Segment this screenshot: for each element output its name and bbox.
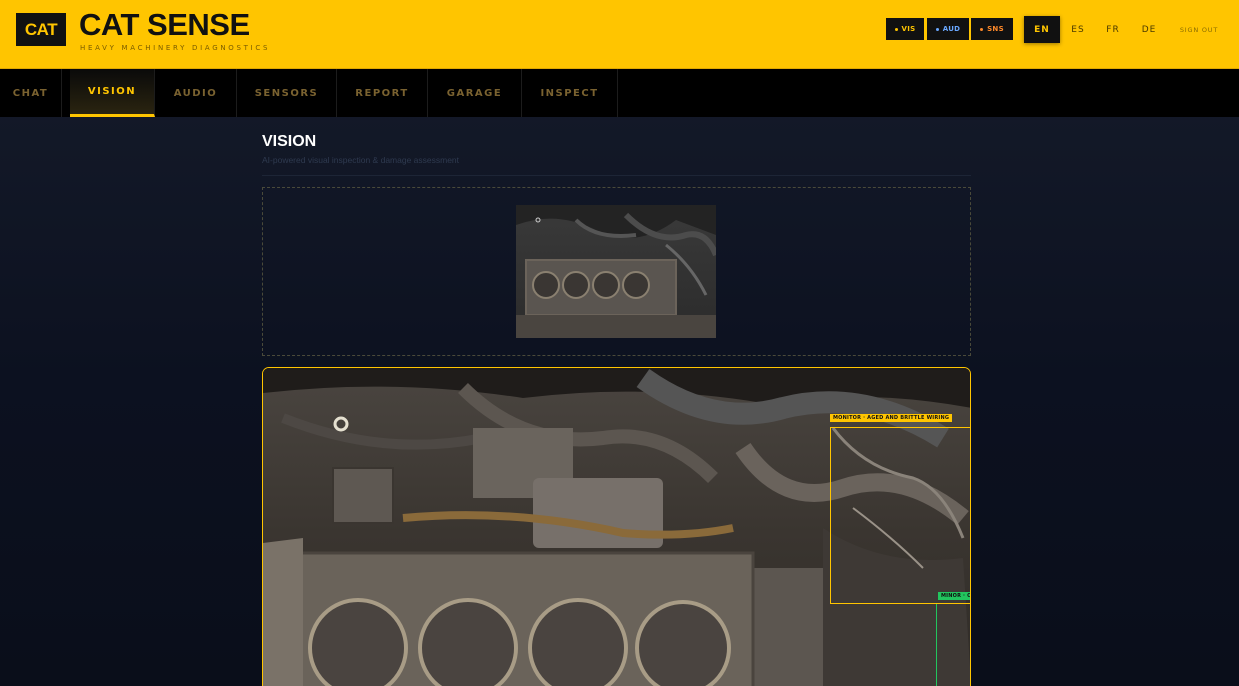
status-chip-label: VIS	[901, 25, 916, 33]
status-chip-label: AUD	[942, 25, 961, 33]
status-chip-audio: AUD	[927, 18, 969, 40]
uploaded-image-thumbnail[interactable]	[516, 205, 716, 338]
app-subtitle: HEAVY MACHINERY DIAGNOSTICS	[80, 44, 271, 52]
detection-box-minor[interactable]	[936, 604, 970, 686]
tab-report[interactable]: REPORT	[337, 69, 428, 117]
status-chip-vision: VIS	[886, 18, 924, 40]
language-button-en[interactable]: EN	[1024, 16, 1060, 43]
status-dot-icon	[894, 27, 898, 31]
language-button-fr[interactable]: FR	[1101, 16, 1125, 43]
engine-thumbnail-image	[516, 205, 716, 338]
tab-chat[interactable]: CHAT	[0, 69, 62, 117]
status-chip-label: SNS	[987, 25, 1004, 33]
main-nav: CHAT VISION AUDIO SENSORS REPORT GARAGE …	[0, 69, 1239, 117]
status-dot-icon	[980, 27, 984, 31]
title-divider	[262, 175, 971, 176]
page-title: VISION	[262, 133, 317, 150]
page-subtitle: AI-powered visual inspection & damage as…	[262, 155, 460, 165]
status-dot-icon	[935, 27, 939, 31]
sign-out-button[interactable]: SIGN OUT	[1174, 16, 1224, 43]
tab-inspect[interactable]: INSPECT	[522, 69, 618, 117]
tab-audio[interactable]: AUDIO	[155, 69, 237, 117]
status-chip-sensors: SNS	[971, 18, 1013, 40]
app-title: CAT SENSE	[79, 7, 250, 42]
tab-sensors[interactable]: SENSORS	[237, 69, 337, 117]
tab-garage[interactable]: GARAGE	[428, 69, 522, 117]
language-button-es[interactable]: ES	[1066, 16, 1090, 43]
tab-vision[interactable]: VISION	[70, 69, 155, 117]
analysis-result-image[interactable]: MONITOR · AGED AND BRITTLE WIRING MINOR …	[262, 367, 971, 686]
cat-logo: CAT	[16, 13, 66, 46]
detection-box-monitor[interactable]	[830, 427, 970, 604]
detection-label-minor: MINOR · C	[938, 592, 970, 600]
app-header: CAT CAT SENSE HEAVY MACHINERY DIAGNOSTIC…	[0, 0, 1239, 69]
detection-label-monitor: MONITOR · AGED AND BRITTLE WIRING	[830, 414, 953, 422]
language-button-de[interactable]: DE	[1137, 16, 1161, 43]
